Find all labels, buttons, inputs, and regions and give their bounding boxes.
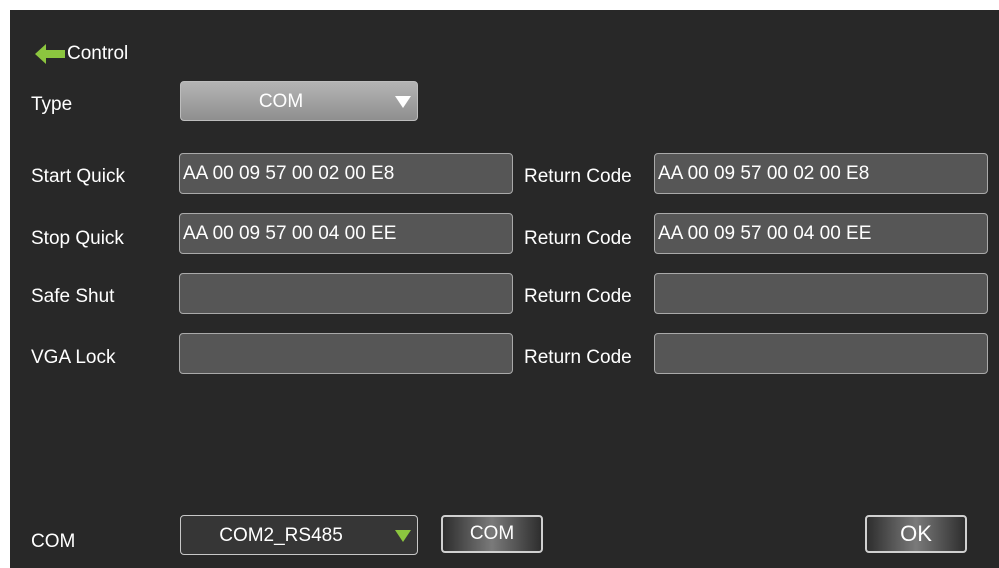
- command-label: VGA Lock: [31, 347, 116, 368]
- return-code-label: Return Code: [524, 166, 632, 187]
- com-port-selected-value: COM2_RS485: [219, 525, 343, 546]
- ok-button-label: OK: [900, 521, 932, 546]
- ok-button[interactable]: OK: [865, 515, 967, 553]
- command-label: Stop Quick: [31, 228, 124, 249]
- command-code-input[interactable]: AA 00 09 57 00 04 00 EE: [179, 213, 513, 254]
- com-button-label: COM: [469, 523, 515, 544]
- back-button[interactable]: Control: [33, 40, 143, 68]
- command-code-input[interactable]: AA 00 09 57 00 02 00 E8: [179, 153, 513, 194]
- triangle-down-icon: [395, 530, 411, 542]
- com-label: COM: [31, 531, 76, 552]
- control-panel: Control Type COM Start Quick AA 00 09 57…: [10, 10, 999, 568]
- return-code-input[interactable]: [654, 333, 988, 374]
- arrow-left-icon: [35, 44, 65, 64]
- type-label: Type: [31, 94, 73, 115]
- return-code-input[interactable]: [654, 273, 988, 314]
- triangle-down-icon: [395, 96, 411, 108]
- return-code-input[interactable]: AA 00 09 57 00 02 00 E8: [654, 153, 988, 194]
- command-code-input[interactable]: [179, 333, 513, 374]
- type-selected-value: COM: [258, 91, 304, 112]
- return-code-label: Return Code: [524, 228, 632, 249]
- command-label: Safe Shut: [31, 286, 115, 307]
- com-port-dropdown[interactable]: COM2_RS485: [180, 515, 418, 555]
- return-code-label: Return Code: [524, 286, 632, 307]
- com-button[interactable]: COM: [441, 515, 543, 553]
- type-dropdown[interactable]: COM: [180, 81, 418, 121]
- command-code-input[interactable]: [179, 273, 513, 314]
- return-code-input[interactable]: AA 00 09 57 00 04 00 EE: [654, 213, 988, 254]
- page-title: Control: [67, 43, 129, 64]
- return-code-label: Return Code: [524, 347, 632, 368]
- command-label: Start Quick: [31, 166, 125, 187]
